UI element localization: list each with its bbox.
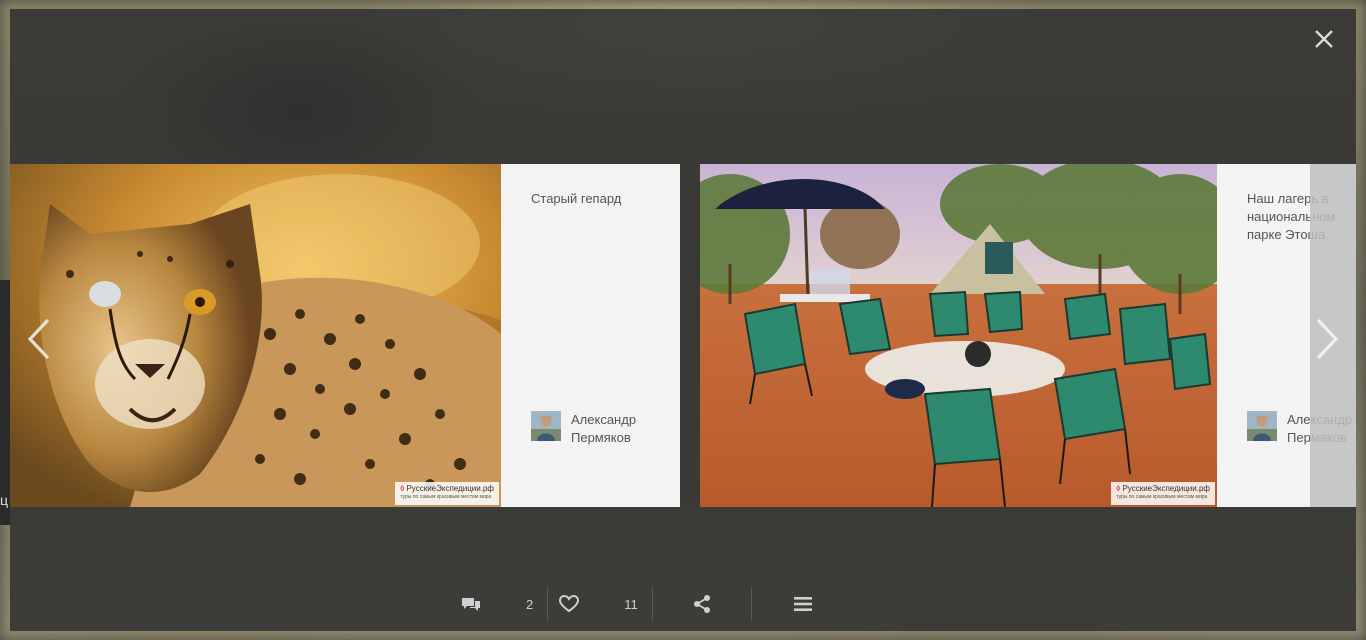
photo-caption: Старый гепард — [531, 191, 622, 206]
menu-icon — [792, 593, 814, 615]
close-icon — [1315, 30, 1333, 48]
photo-image[interactable]: ◊ РусскиеЭкспедиции.рф туры по самым кра… — [10, 164, 501, 507]
watermark-text: РусскиеЭкспедиции.рф — [406, 484, 494, 493]
previous-photo-button[interactable] — [22, 314, 56, 364]
photo-strip: ◊ РусскиеЭкспедиции.рф туры по самым кра… — [10, 164, 1356, 507]
watermark-logo-icon: ◊ — [400, 484, 405, 493]
heart-icon — [558, 593, 580, 615]
chevron-left-icon — [27, 318, 50, 360]
menu-button[interactable] — [752, 588, 854, 620]
comments-count: 2 — [526, 596, 534, 612]
author-avatar-image — [1247, 411, 1277, 441]
author-avatar-image — [531, 411, 561, 441]
photo-card: ◊ РусскиеЭкспедиции.рф туры по самым кра… — [700, 164, 1356, 507]
comments-icon — [460, 593, 482, 615]
chevron-right-icon — [1316, 318, 1339, 360]
backdrop-edge — [0, 280, 10, 525]
avatar[interactable] — [1247, 411, 1277, 441]
camp-photo — [700, 164, 1217, 507]
next-photo-button[interactable] — [1310, 314, 1344, 364]
comments-button[interactable]: 2 — [450, 588, 547, 620]
watermark-logo-icon: ◊ — [1116, 484, 1121, 493]
close-button[interactable] — [1310, 25, 1338, 53]
avatar[interactable] — [531, 411, 561, 441]
watermark-subtext: туры по самым красивым местам мира — [1116, 494, 1208, 500]
photo-watermark: ◊ РусскиеЭкспедиции.рф туры по самым кра… — [1111, 482, 1215, 505]
backdrop-edge-text: ц — [0, 492, 9, 508]
share-icon — [691, 593, 713, 615]
photo-card: ◊ РусскиеЭкспедиции.рф туры по самым кра… — [10, 164, 680, 507]
photo-author[interactable]: Александр Пермяков — [531, 411, 661, 447]
likes-count: 11 — [624, 596, 638, 612]
photo-watermark: ◊ РусскиеЭкспедиции.рф туры по самым кра… — [395, 482, 499, 505]
watermark-subtext: туры по самым красивым местам мира — [400, 494, 492, 500]
photo-image[interactable]: ◊ РусскиеЭкспедиции.рф туры по самым кра… — [700, 164, 1217, 507]
photo-toolbar: 2 11 — [450, 584, 854, 624]
watermark-text: РусскиеЭкспедиции.рф — [1122, 484, 1210, 493]
share-button[interactable] — [653, 588, 751, 620]
photo-info: Старый гепард Александр Пермяков — [501, 164, 680, 507]
photo-lightbox: ◊ РусскиеЭкспедиции.рф туры по самым кра… — [10, 9, 1356, 631]
author-name[interactable]: Александр Пермяков — [571, 411, 661, 447]
cheetah-photo — [10, 164, 501, 507]
like-button[interactable]: 11 — [548, 588, 652, 620]
